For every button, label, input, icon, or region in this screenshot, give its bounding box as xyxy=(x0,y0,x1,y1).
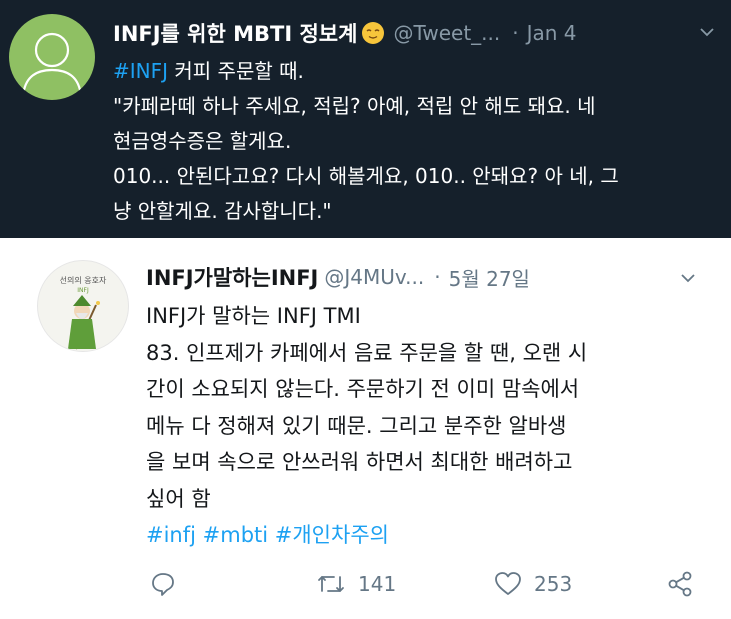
tweet-line: INFJ가 말하는 INFJ TMI xyxy=(146,304,361,328)
advocate-character-avatar-icon[interactable]: 선의의 옹호자 INFJ xyxy=(37,260,129,352)
tweet-line: 83. 인프제가 카페에서 음료 주문을 할 땐, 오랜 시 xyxy=(146,340,588,365)
tweet-text: #INFJ 커피 주문할 때. "카페라떼 하나 주세요, 적립? 아예, 적립… xyxy=(113,54,725,229)
tweet-date[interactable]: 5월 27일 xyxy=(449,263,530,292)
tweet-line: 을 보며 속으로 안쓰러워 하면서 최대한 배려하고 xyxy=(146,450,573,474)
tweet-light[interactable]: 선의의 옹호자 INFJ INFJ가말하는INFJ @J4MUv... · 5월… xyxy=(0,238,731,619)
relieved-face-emoji-icon xyxy=(361,21,385,45)
chevron-down-icon[interactable] xyxy=(697,22,717,42)
hashtag-link[interactable]: #INFJ xyxy=(113,59,168,83)
retweet-count: 141 xyxy=(358,572,397,596)
tweet-line-text: 커피 주문할 때. xyxy=(168,59,304,83)
tweet-line: 싶어 함 xyxy=(146,486,211,511)
tweet-dark[interactable]: INFJ를 위한 MBTI 정보계 @Tweet_... · Jan 4 #IN… xyxy=(0,0,731,238)
heart-icon xyxy=(494,571,522,597)
tweet-line: 메뉴 다 정해져 있기 때문. 그리고 분주한 알바생 xyxy=(146,413,567,438)
reply-button[interactable] xyxy=(150,564,176,604)
tweet-text: INFJ가 말하는 INFJ TMI 83. 인프제가 카페에서 음료 주문을 … xyxy=(146,298,711,554)
tweet-line: 냥 안할게요. 감사합니다." xyxy=(113,199,332,223)
tweet-header: INFJ가말하는INFJ @J4MUv... · 5월 27일 xyxy=(146,260,706,294)
tweet-date[interactable]: Jan 4 xyxy=(527,21,577,45)
tweet-actions: 141 253 xyxy=(146,564,711,604)
hashtag-links[interactable]: #infj #mbti #개인차주의 xyxy=(146,517,711,554)
tweet-line: 간이 소요되지 않는다. 주문하기 전 이미 맘속에서 xyxy=(146,377,580,401)
tweet-line: #INFJ 커피 주문할 때. xyxy=(113,54,725,89)
separator-dot: · xyxy=(434,265,441,289)
like-count: 253 xyxy=(534,572,573,596)
default-avatar-icon[interactable] xyxy=(9,14,95,100)
user-handle[interactable]: @J4MUv... xyxy=(324,265,424,289)
tweet-header: INFJ를 위한 MBTI 정보계 @Tweet_... · Jan 4 xyxy=(113,16,723,50)
reply-icon xyxy=(150,571,176,597)
retweet-icon xyxy=(316,571,346,597)
tweet-line: 현금영수증은 할게요. xyxy=(113,129,292,153)
share-icon xyxy=(666,570,694,598)
share-button[interactable] xyxy=(666,564,694,604)
user-handle[interactable]: @Tweet_... xyxy=(393,21,500,45)
tweet-line: "카페라떼 하나 주세요, 적립? 아예, 적립 안 해도 돼요. 네 xyxy=(113,94,596,118)
chevron-down-icon[interactable] xyxy=(678,268,698,288)
retweet-button[interactable]: 141 xyxy=(316,564,396,604)
separator-dot: · xyxy=(512,21,519,45)
display-name[interactable]: INFJ를 위한 MBTI 정보계 xyxy=(113,18,357,48)
display-name[interactable]: INFJ가말하는INFJ xyxy=(146,262,318,292)
tweet-line: 010... 안된다고요? 다시 해볼게요, 010.. 안돼요? 아 네, 그 xyxy=(113,164,619,188)
like-button[interactable]: 253 xyxy=(494,564,572,604)
